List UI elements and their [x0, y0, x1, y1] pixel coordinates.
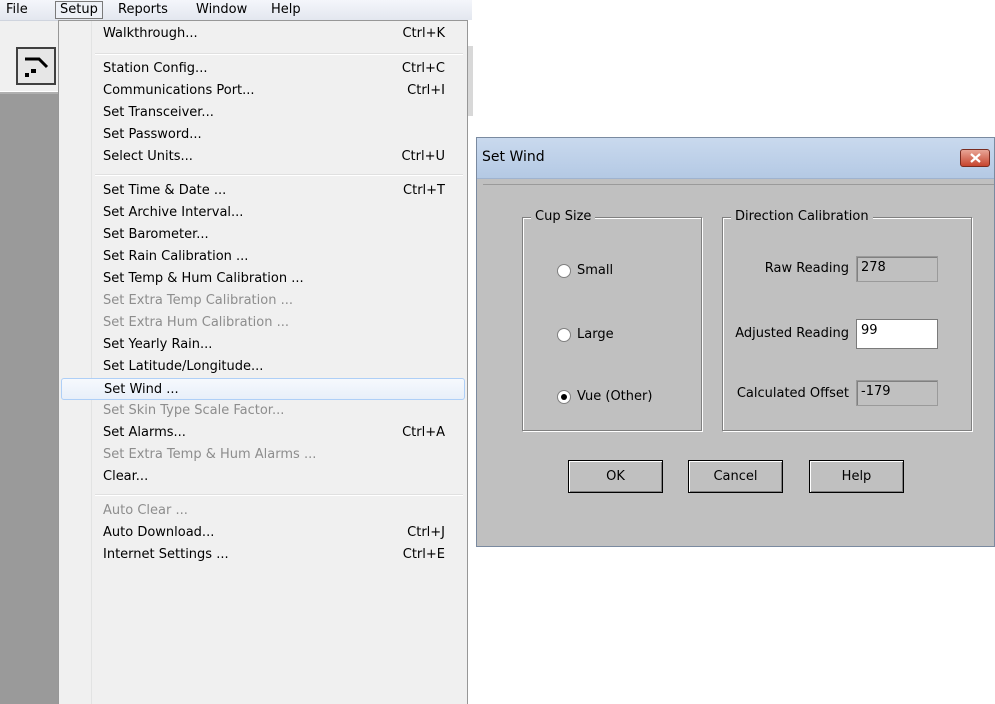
menu-item-label: Set Yearly Rain...	[103, 337, 213, 352]
download-icon	[25, 57, 49, 77]
menu-item-set-wind[interactable]: Set Wind ...	[61, 378, 465, 400]
menu-item-label: Set Transceiver...	[103, 105, 214, 120]
ok-button[interactable]: OK	[568, 460, 663, 493]
radio-small-label[interactable]: Small	[577, 263, 613, 278]
radio-large-label[interactable]: Large	[577, 327, 614, 342]
menu-item-label: Set Barometer...	[103, 227, 209, 242]
menu-item-set-yearly-rain[interactable]: Set Yearly Rain...	[61, 334, 465, 356]
menu-separator	[95, 53, 463, 55]
menu-item-set-transceiver[interactable]: Set Transceiver...	[61, 102, 465, 124]
menu-item-label: Set Latitude/Longitude...	[103, 359, 264, 374]
calculated-offset-label: Calculated Offset	[736, 386, 849, 401]
menu-item-label: Select Units...	[103, 149, 193, 164]
menu-item-auto-download[interactable]: Auto Download... Ctrl+J	[61, 522, 465, 544]
menu-item-shortcut: Ctrl+I	[407, 83, 445, 98]
workspace-background	[0, 94, 60, 704]
menu-item-set-extra-hum-calibration: Set Extra Hum Calibration ...	[61, 312, 465, 334]
menu-item-set-time-date[interactable]: Set Time & Date ... Ctrl+T	[61, 180, 465, 202]
menu-item-label: Set Extra Temp Calibration ...	[103, 293, 293, 308]
menu-item-label: Set Wind ...	[104, 382, 179, 397]
menu-item-shortcut: Ctrl+E	[402, 547, 445, 562]
cancel-button[interactable]: Cancel	[688, 460, 783, 493]
set-wind-dialog: Set Wind Cup Size Small Large Vue (Other…	[476, 137, 995, 547]
adjusted-reading-input[interactable]: 99	[856, 319, 938, 349]
menu-item-set-extra-temp-hum-alarms: Set Extra Temp & Hum Alarms ...	[61, 444, 465, 466]
menu-item-label: Station Config...	[103, 61, 208, 76]
setup-menu: Walkthrough... Ctrl+K Station Config... …	[58, 20, 468, 704]
dialog-title: Set Wind	[482, 149, 545, 165]
menu-item-label: Set Password...	[103, 127, 202, 142]
menu-item-internet-settings[interactable]: Internet Settings ... Ctrl+E	[61, 544, 465, 566]
toolbar	[0, 21, 60, 91]
menu-item-label: Set Skin Type Scale Factor...	[103, 403, 285, 418]
menu-item-label: Set Rain Calibration ...	[103, 249, 249, 264]
direction-calibration-group: Direction Calibration Raw Reading 278 Ad…	[722, 209, 972, 431]
cup-size-legend: Cup Size	[531, 209, 596, 224]
menu-item-label: Set Extra Hum Calibration ...	[103, 315, 289, 330]
menu-item-label: Clear...	[103, 469, 149, 484]
menu-separator	[95, 494, 463, 496]
menu-file[interactable]: File	[2, 2, 32, 18]
close-button[interactable]	[960, 149, 990, 167]
menu-bar: File Setup Reports Window Help	[0, 0, 472, 21]
menu-item-set-archive-interval[interactable]: Set Archive Interval...	[61, 202, 465, 224]
menu-item-set-extra-temp-calibration: Set Extra Temp Calibration ...	[61, 290, 465, 312]
menu-item-label: Set Archive Interval...	[103, 205, 244, 220]
menu-help[interactable]: Help	[267, 2, 305, 18]
menu-item-label: Communications Port...	[103, 83, 255, 98]
menu-item-shortcut: Ctrl+K	[402, 26, 445, 41]
raw-reading-field: 278	[856, 256, 938, 282]
menu-item-shortcut: Ctrl+J	[407, 525, 445, 540]
menu-item-label: Set Time & Date ...	[103, 183, 227, 198]
raw-reading-label: Raw Reading	[764, 261, 849, 276]
menu-item-label: Auto Clear ...	[103, 503, 188, 518]
menu-item-label: Set Temp & Hum Calibration ...	[103, 271, 304, 286]
menu-item-set-barometer[interactable]: Set Barometer...	[61, 224, 465, 246]
menu-item-walkthrough[interactable]: Walkthrough... Ctrl+K	[61, 23, 465, 45]
menu-item-auto-clear: Auto Clear ...	[61, 500, 465, 522]
menu-item-set-skin-type-scale-factor: Set Skin Type Scale Factor...	[61, 400, 465, 422]
toolbar-button[interactable]	[16, 47, 56, 85]
close-icon	[970, 153, 981, 163]
cup-size-group: Cup Size Small Large Vue (Other)	[522, 209, 702, 431]
menu-item-station-config[interactable]: Station Config... Ctrl+C	[61, 58, 465, 80]
menu-item-label: Set Alarms...	[103, 425, 186, 440]
menu-item-shortcut: Ctrl+A	[402, 425, 445, 440]
radio-small[interactable]	[557, 264, 571, 278]
menu-item-label: Set Extra Temp & Hum Alarms ...	[103, 447, 317, 462]
menu-item-label: Auto Download...	[103, 525, 215, 540]
menu-item-label: Walkthrough...	[103, 26, 198, 41]
menu-separator	[95, 174, 463, 176]
radio-vue-other-label[interactable]: Vue (Other)	[577, 389, 652, 404]
menu-item-select-units[interactable]: Select Units... Ctrl+U	[61, 146, 465, 168]
menu-item-set-password[interactable]: Set Password...	[61, 124, 465, 146]
menu-setup[interactable]: Setup	[55, 1, 103, 19]
menu-reports[interactable]: Reports	[114, 2, 172, 18]
menu-item-set-temp-hum-calibration[interactable]: Set Temp & Hum Calibration ...	[61, 268, 465, 290]
menu-item-label: Internet Settings ...	[103, 547, 229, 562]
menu-window[interactable]: Window	[192, 2, 251, 18]
radio-vue-other[interactable]	[557, 390, 571, 404]
menu-item-set-rain-calibration[interactable]: Set Rain Calibration ...	[61, 246, 465, 268]
menu-item-set-latitude-longitude[interactable]: Set Latitude/Longitude...	[61, 356, 465, 378]
menu-item-clear[interactable]: Clear...	[61, 466, 465, 488]
menu-item-communications-port[interactable]: Communications Port... Ctrl+I	[61, 80, 465, 102]
calculated-offset-field: -179	[856, 380, 938, 406]
dialog-body: Cup Size Small Large Vue (Other) Directi…	[483, 184, 994, 540]
menu-item-shortcut: Ctrl+C	[401, 61, 445, 76]
help-button[interactable]: Help	[809, 460, 904, 493]
radio-large[interactable]	[557, 328, 571, 342]
dialog-title-bar[interactable]: Set Wind	[477, 138, 994, 179]
menu-item-shortcut: Ctrl+U	[401, 149, 445, 164]
direction-calibration-legend: Direction Calibration	[731, 209, 873, 224]
menu-item-shortcut: Ctrl+T	[403, 183, 445, 198]
menu-item-set-alarms[interactable]: Set Alarms... Ctrl+A	[61, 422, 465, 444]
adjusted-reading-label: Adjusted Reading	[735, 326, 849, 341]
